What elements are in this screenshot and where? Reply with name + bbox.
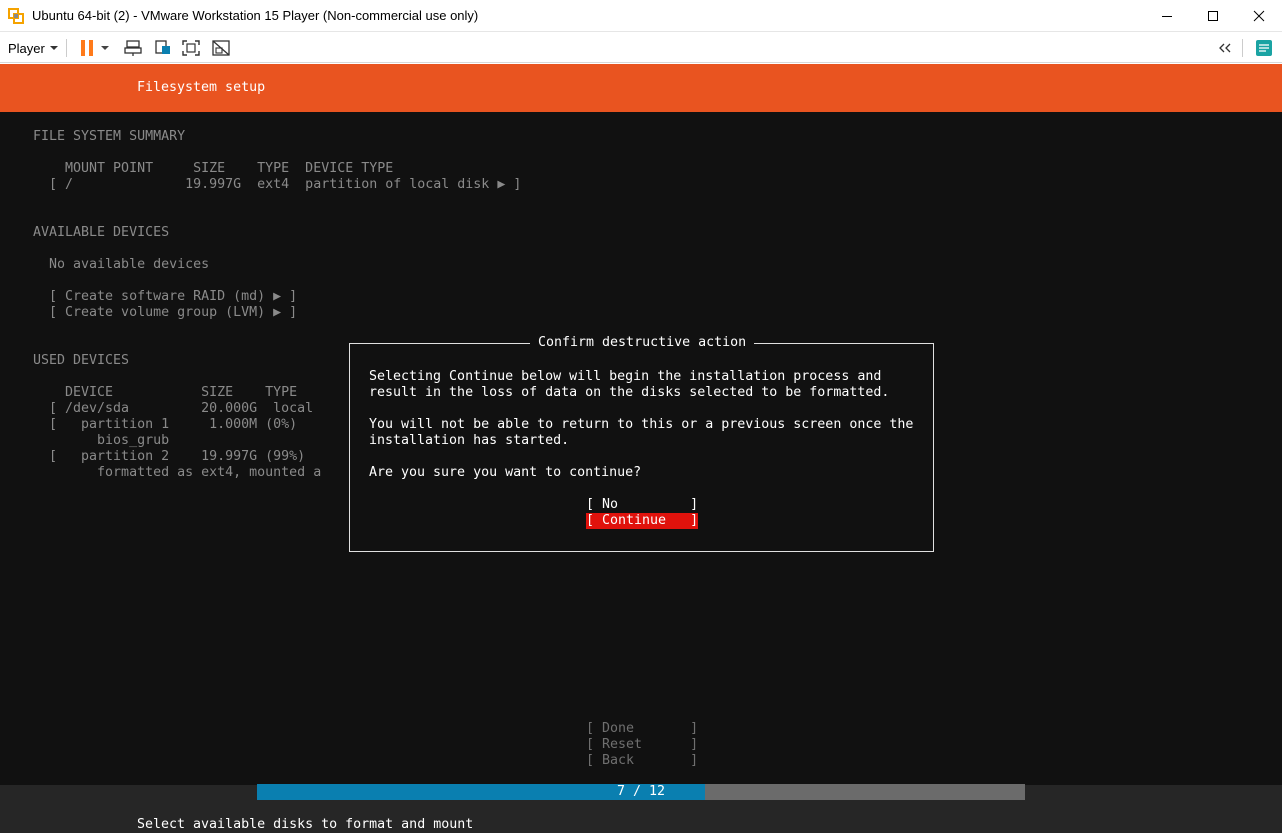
confirm-dialog: Confirm destructive action Selecting Con… — [349, 335, 934, 552]
used-row-sda[interactable]: [ /dev/sda 20.000G local — [33, 401, 313, 417]
minimize-button[interactable] — [1144, 0, 1190, 31]
dialog-text-line: You will not be able to return to this o… — [369, 417, 914, 432]
dropdown-caret-icon — [101, 46, 109, 50]
close-icon — [1253, 10, 1265, 21]
player-menu-button[interactable]: Player — [8, 38, 58, 58]
collapse-icon — [1219, 43, 1231, 53]
used-row-partition-2[interactable]: [ partition 2 19.997G (99%) — [33, 449, 305, 465]
used-heading: USED DEVICES — [33, 353, 130, 368]
removable-devices-button[interactable] — [152, 37, 174, 59]
send-ctrl-alt-del-button[interactable] — [122, 37, 144, 59]
maximize-button[interactable] — [1190, 0, 1236, 31]
installer-header: Filesystem setup — [0, 64, 1282, 112]
send-ctrl-alt-del-icon — [124, 40, 142, 56]
message-log-icon — [1256, 40, 1272, 56]
full-screen-icon — [182, 40, 200, 56]
summary-row-root[interactable]: [ / 19.997G ext4 partition of local disk… — [33, 177, 521, 193]
unity-icon — [212, 40, 230, 56]
window-title: Ubuntu 64-bit (2) - VMware Workstation 1… — [32, 8, 479, 23]
window-title-bar: Ubuntu 64-bit (2) - VMware Workstation 1… — [0, 0, 1282, 32]
player-menu-label: Player — [8, 40, 45, 56]
used-row-partition-2-detail: formatted as ext4, mounted a — [33, 465, 322, 480]
message-log-button[interactable] — [1253, 37, 1275, 59]
dialog-title: Confirm destructive action — [530, 335, 755, 351]
reset-button[interactable]: [ Reset ] — [586, 737, 698, 753]
used-columns: DEVICE SIZE TYPE — [33, 385, 298, 400]
available-empty-text: No available devices — [33, 257, 210, 272]
progress-bar: 7 / 12 — [257, 784, 1025, 800]
unity-button[interactable] — [210, 37, 232, 59]
player-toolbar: Player — [0, 32, 1282, 63]
page-title: Filesystem setup — [137, 80, 266, 95]
pause-icon — [81, 40, 93, 56]
progress-label: 7 / 12 — [616, 784, 666, 799]
available-heading: AVAILABLE DEVICES — [33, 225, 170, 240]
chevron-down-icon — [49, 46, 58, 50]
removable-devices-icon — [155, 40, 170, 54]
full-screen-button[interactable] — [180, 37, 202, 59]
pause-button[interactable] — [76, 37, 98, 59]
used-row-partition-1[interactable]: [ partition 1 1.000M (0%) — [33, 417, 297, 433]
dialog-text-line: result in the loss of data on the disks … — [369, 385, 890, 400]
dialog-question: Are you sure you want to continue? — [369, 465, 642, 480]
vmware-icon — [8, 8, 24, 24]
create-raid-button[interactable]: [ Create software RAID (md) ▶ ] — [33, 289, 297, 305]
toolbar-divider — [66, 39, 67, 57]
used-row-partition-1-detail: bios_grub — [33, 433, 170, 448]
done-button[interactable]: [ Done ] — [586, 721, 698, 737]
dialog-text-line: Selecting Continue below will begin the … — [369, 369, 882, 384]
vm-console-screen[interactable]: Filesystem setup FILE SYSTEM SUMMARY MOU… — [0, 64, 1282, 833]
no-button[interactable]: [ No ] — [586, 497, 698, 513]
pause-dropdown-button[interactable] — [97, 37, 113, 59]
summary-heading: FILE SYSTEM SUMMARY — [33, 129, 186, 144]
collapse-toolbar-button[interactable] — [1214, 37, 1236, 59]
summary-columns: MOUNT POINT SIZE TYPE DEVICE TYPE — [33, 161, 394, 176]
dialog-text-line: installation has started. — [369, 433, 570, 448]
continue-button[interactable]: [ Continue ] — [586, 513, 698, 529]
close-button[interactable] — [1236, 0, 1282, 31]
back-button[interactable]: [ Back ] — [586, 753, 698, 769]
maximize-icon — [1208, 10, 1218, 21]
create-lvm-button[interactable]: [ Create volume group (LVM) ▶ ] — [33, 305, 297, 321]
minimize-icon — [1162, 15, 1172, 17]
help-text: Select available disks to format and mou… — [137, 817, 474, 832]
toolbar-divider — [1242, 39, 1243, 57]
